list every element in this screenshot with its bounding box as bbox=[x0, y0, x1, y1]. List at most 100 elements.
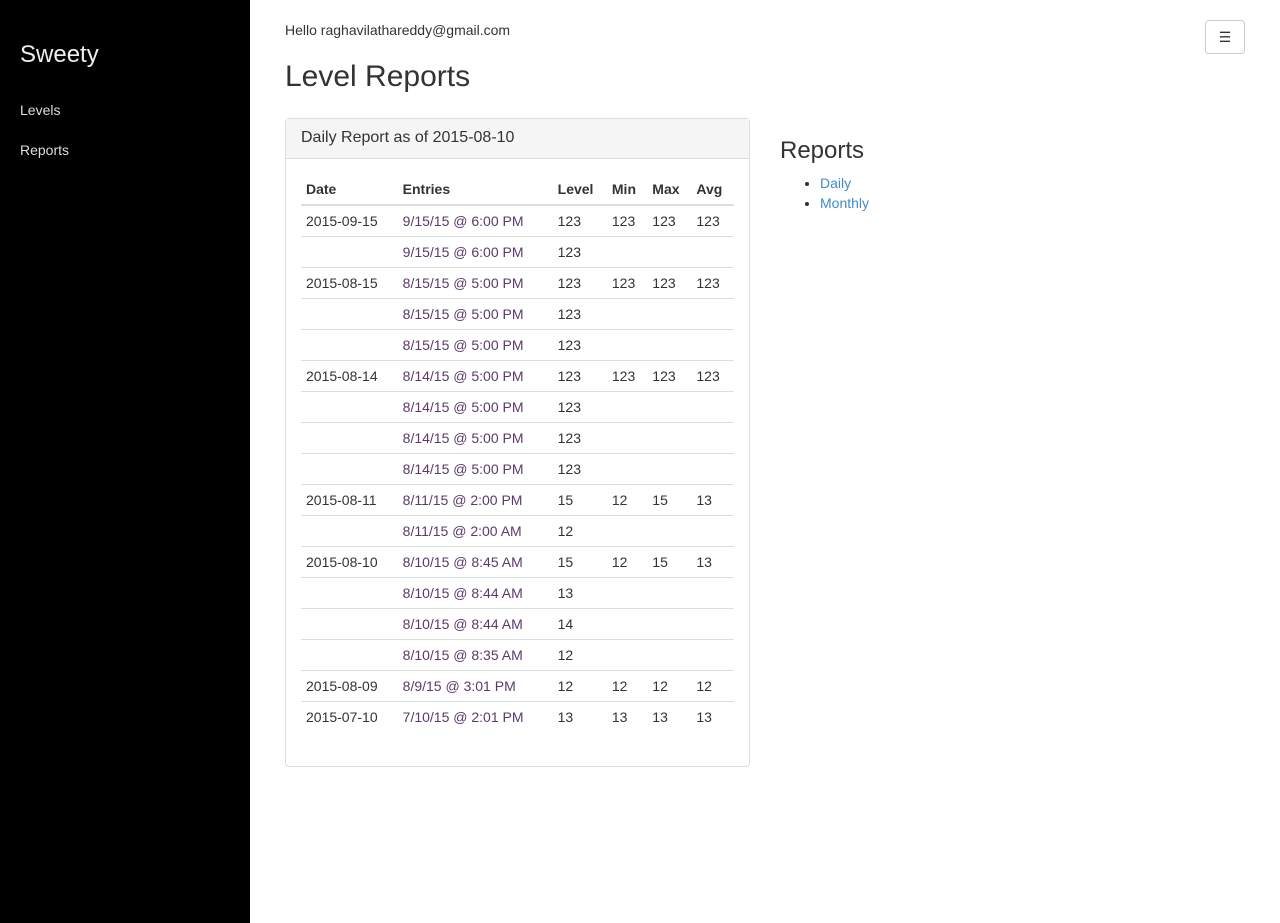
daily-report-panel: Daily Report as of 2015-08-10 Date Entrie… bbox=[285, 118, 750, 767]
entry-cell: 8/15/15 @ 5:00 PM bbox=[397, 328, 553, 360]
reports-heading: Reports bbox=[780, 137, 865, 164]
avg-cell bbox=[691, 235, 734, 267]
date-cell bbox=[301, 328, 398, 360]
min-cell bbox=[606, 607, 648, 639]
max-cell bbox=[647, 235, 692, 267]
avg-cell bbox=[691, 421, 734, 453]
avg-cell: 123 bbox=[691, 266, 734, 298]
level-cell: 123 bbox=[552, 390, 607, 422]
max-cell bbox=[647, 421, 692, 453]
panel-title: Daily Report as of 2015-08-10 bbox=[286, 119, 749, 159]
max-cell: 15 bbox=[647, 545, 692, 577]
sidebar-item-reports[interactable]: Reports bbox=[20, 142, 69, 158]
min-cell bbox=[606, 328, 648, 360]
date-cell: 2015-08-11 bbox=[301, 483, 398, 515]
min-cell bbox=[606, 297, 648, 329]
table-row: 8/14/15 @ 5:00 PM 123 bbox=[301, 452, 734, 484]
entry-cell: 9/15/15 @ 6:00 PM bbox=[402, 212, 524, 229]
level-cell: 123 bbox=[552, 328, 607, 360]
date-cell bbox=[301, 576, 398, 608]
entry-cell: 8/14/15 @ 5:00 PM bbox=[397, 390, 553, 422]
max-cell bbox=[647, 452, 692, 484]
report-link-daily[interactable]: Daily bbox=[820, 175, 851, 191]
min-cell bbox=[606, 638, 648, 670]
column-header: Avg bbox=[691, 174, 734, 206]
date-cell bbox=[301, 514, 398, 546]
max-cell: 13 bbox=[647, 700, 692, 732]
min-cell bbox=[606, 235, 648, 267]
date-cell bbox=[301, 297, 398, 329]
min-cell: 12 bbox=[606, 669, 648, 701]
menu-toggle-button[interactable]: ☰ bbox=[1205, 20, 1245, 54]
min-cell: 12 bbox=[606, 545, 648, 577]
table-row: 2015-09-15 9/15/15 @ 6:00 PM 123 123 123 123 bbox=[301, 205, 734, 236]
avg-cell: 13 bbox=[691, 483, 734, 515]
table-row: 2015-07-10 7/10/15 @ 2:01 PM 13 13 13 13 bbox=[301, 700, 734, 732]
entry-cell: 8/14/15 @ 5:00 PM bbox=[397, 452, 553, 484]
table-row: 2015-08-09 8/9/15 @ 3:01 PM 12 12 12 12 bbox=[301, 669, 734, 701]
min-cell bbox=[606, 421, 648, 453]
level-cell: 12 bbox=[552, 514, 607, 546]
avg-cell: 12 bbox=[691, 669, 734, 701]
avg-cell bbox=[691, 390, 734, 422]
date-cell bbox=[301, 235, 398, 267]
avg-cell bbox=[691, 328, 734, 360]
brand[interactable]: Sweety bbox=[20, 41, 99, 69]
entry-cell: 7/10/15 @ 2:01 PM bbox=[397, 700, 553, 732]
column-header: Date bbox=[301, 174, 398, 206]
date-cell bbox=[301, 607, 398, 639]
avg-cell: 13 bbox=[691, 545, 734, 577]
level-cell: 15 bbox=[552, 545, 607, 577]
date-cell: 2015-09-15 bbox=[306, 212, 378, 229]
level-cell: 123 bbox=[552, 421, 607, 453]
min-cell: 123 bbox=[611, 212, 636, 229]
table-row: 8/15/15 @ 5:00 PM 123 bbox=[301, 328, 734, 360]
greeting: Hello raghavilathareddy@gmail.com bbox=[285, 22, 511, 38]
date-cell: 2015-08-14 bbox=[301, 359, 398, 391]
date-cell bbox=[301, 452, 398, 484]
table-row: 2015-08-10 8/10/15 @ 8:45 AM 15 12 15 13 bbox=[301, 545, 734, 577]
column-header: Level bbox=[552, 174, 607, 206]
min-cell bbox=[606, 514, 648, 546]
avg-cell: 123 bbox=[691, 359, 734, 391]
avg-cell: 123 bbox=[696, 212, 720, 229]
level-cell: 123 bbox=[552, 359, 607, 391]
entry-cell: 8/11/15 @ 2:00 AM bbox=[397, 514, 553, 546]
level-cell: 13 bbox=[552, 700, 607, 732]
date-cell: 2015-08-15 bbox=[301, 266, 398, 298]
min-cell bbox=[606, 390, 648, 422]
max-cell bbox=[647, 514, 692, 546]
table-row: 2015-08-15 8/15/15 @ 5:00 PM 123 123 123 123 bbox=[301, 266, 734, 298]
avg-cell bbox=[691, 297, 734, 329]
date-cell: 2015-08-09 bbox=[301, 669, 398, 701]
date-cell bbox=[301, 638, 398, 670]
column-header: Min bbox=[606, 174, 648, 206]
table-row: 8/10/15 @ 8:44 AM 14 bbox=[301, 607, 734, 639]
table-row: 8/14/15 @ 5:00 PM 123 bbox=[301, 421, 734, 453]
max-cell bbox=[647, 607, 692, 639]
min-cell: 123 bbox=[606, 359, 648, 391]
table-row: 8/11/15 @ 2:00 AM 12 bbox=[301, 514, 734, 546]
level-cell: 14 bbox=[552, 607, 607, 639]
date-cell: 2015-07-10 bbox=[301, 700, 398, 732]
level-cell: 12 bbox=[552, 638, 607, 670]
avg-cell bbox=[691, 452, 734, 484]
level-cell: 13 bbox=[552, 576, 607, 608]
sidebar: Sweety Levels Reports bbox=[0, 0, 250, 923]
level-cell: 123 bbox=[552, 452, 607, 484]
entry-cell: 8/14/15 @ 5:00 PM bbox=[397, 359, 553, 391]
table-row: 9/15/15 @ 6:00 PM 123 bbox=[301, 235, 734, 267]
entry-cell: 8/14/15 @ 5:00 PM bbox=[397, 421, 553, 453]
table-row: 8/15/15 @ 5:00 PM 123 bbox=[301, 297, 734, 329]
avg-cell bbox=[691, 638, 734, 670]
max-cell: 123 bbox=[652, 212, 676, 229]
date-cell bbox=[301, 421, 398, 453]
report-link-monthly[interactable]: Monthly bbox=[820, 195, 869, 211]
page-title: Level Reports bbox=[285, 60, 471, 93]
max-cell bbox=[647, 638, 692, 670]
max-cell bbox=[647, 328, 692, 360]
sidebar-item-levels[interactable]: Levels bbox=[20, 102, 60, 118]
entry-cell: 8/10/15 @ 8:44 AM bbox=[397, 576, 553, 608]
date-cell bbox=[301, 390, 398, 422]
min-cell bbox=[606, 576, 648, 608]
